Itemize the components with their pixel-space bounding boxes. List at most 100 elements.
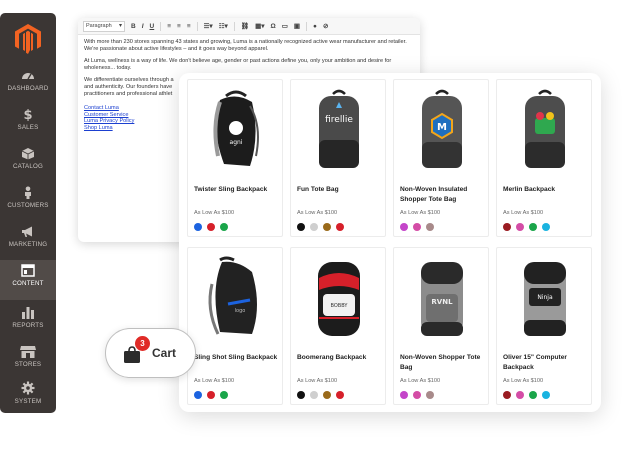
color-swatches bbox=[194, 391, 228, 399]
color-swatch[interactable] bbox=[503, 223, 511, 231]
table-icon[interactable]: ▦▾ bbox=[255, 22, 264, 30]
align-center-icon[interactable]: ≡ bbox=[177, 23, 181, 30]
color-swatch[interactable] bbox=[426, 223, 434, 231]
product-card[interactable]: firellie Fun Tote Bag As Low As $100 bbox=[290, 79, 386, 237]
align-right-icon[interactable]: ≡ bbox=[187, 23, 191, 30]
color-swatch[interactable] bbox=[529, 223, 537, 231]
sidebar-item-content[interactable]: Content bbox=[0, 260, 56, 300]
editor-paragraph: We differentiate ourselves through a and… bbox=[84, 76, 174, 98]
color-swatch[interactable] bbox=[503, 391, 511, 399]
sidebar-item-catalog[interactable]: Catalog bbox=[0, 145, 56, 183]
magento-logo[interactable] bbox=[14, 23, 42, 55]
color-swatches bbox=[297, 391, 344, 399]
product-name[interactable]: Fun Tote Bag bbox=[297, 185, 383, 195]
color-swatches bbox=[503, 223, 550, 231]
product-card[interactable]: Merlin Backpack As Low As $100 bbox=[496, 79, 592, 237]
product-price: As Low As $100 bbox=[297, 378, 338, 384]
color-swatches bbox=[297, 223, 344, 231]
product-name[interactable]: Oliver 15" Computer Backpack bbox=[503, 353, 589, 372]
sidebar-item-stores[interactable]: Stores bbox=[0, 343, 56, 381]
underline-button[interactable]: U bbox=[150, 23, 155, 30]
product-card[interactable]: M Non-Woven Insulated Shopper Tote Bag A… bbox=[393, 79, 489, 237]
speedometer-icon bbox=[22, 73, 34, 80]
variable-icon[interactable]: ⊘ bbox=[323, 22, 328, 30]
product-image: agni bbox=[213, 90, 259, 166]
product-name[interactable]: Twister Sling Backpack bbox=[194, 185, 280, 195]
color-swatch[interactable] bbox=[336, 391, 344, 399]
product-name[interactable]: Sling Shot Sling Backpack bbox=[194, 353, 280, 363]
color-swatches bbox=[194, 223, 228, 231]
align-left-icon[interactable]: ≡ bbox=[167, 23, 171, 30]
color-swatch[interactable] bbox=[194, 391, 202, 399]
color-swatch[interactable] bbox=[426, 391, 434, 399]
svg-text:$: $ bbox=[23, 108, 32, 121]
sidebar-item-label: Customers bbox=[7, 202, 49, 209]
product-card[interactable]: logo Sling Shot Sling Backpack As Low As… bbox=[187, 247, 283, 405]
sidebar-item-label: Catalog bbox=[12, 163, 44, 170]
color-swatch[interactable] bbox=[297, 391, 305, 399]
special-char-icon[interactable]: Ω bbox=[270, 23, 275, 30]
product-card[interactable]: RVNL Non-Woven Shopper Tote Bag As Low A… bbox=[393, 247, 489, 405]
storefront-icon bbox=[20, 346, 36, 358]
code-icon[interactable]: ▭ bbox=[282, 22, 288, 30]
bar-chart-icon bbox=[22, 307, 34, 319]
product-price: As Low As $100 bbox=[400, 378, 441, 384]
color-swatch[interactable] bbox=[413, 391, 421, 399]
widget-icon[interactable]: ● bbox=[313, 23, 317, 30]
admin-sidebar: Dashboard $ Sales Catalog Customers Mark… bbox=[0, 13, 56, 413]
product-name[interactable]: Merlin Backpack bbox=[503, 185, 589, 195]
bold-button[interactable]: B bbox=[131, 23, 136, 30]
sidebar-item-label: Content bbox=[12, 280, 44, 287]
sidebar-item-sales[interactable]: $ Sales bbox=[0, 106, 56, 144]
color-swatch[interactable] bbox=[323, 391, 331, 399]
svg-text:M: M bbox=[437, 122, 447, 133]
color-swatch[interactable] bbox=[400, 223, 408, 231]
toolbar-divider bbox=[160, 21, 162, 31]
numbered-list-icon[interactable]: ☷▾ bbox=[219, 22, 228, 30]
toolbar-divider bbox=[233, 21, 235, 31]
color-swatch[interactable] bbox=[194, 223, 202, 231]
color-swatch[interactable] bbox=[220, 391, 228, 399]
color-swatch[interactable] bbox=[297, 223, 305, 231]
product-card[interactable]: agni Twister Sling Backpack As Low As $1… bbox=[187, 79, 283, 237]
image-icon[interactable]: ▣ bbox=[294, 22, 300, 30]
sidebar-item-dashboard[interactable]: Dashboard bbox=[0, 67, 56, 105]
color-swatch[interactable] bbox=[323, 223, 331, 231]
color-swatch[interactable] bbox=[310, 391, 318, 399]
color-swatch[interactable] bbox=[207, 391, 215, 399]
format-select[interactable]: Paragraph bbox=[83, 20, 125, 32]
sidebar-item-label: Marketing bbox=[8, 241, 48, 248]
cart-label: Cart bbox=[152, 346, 177, 360]
sidebar-item-reports[interactable]: Reports bbox=[0, 304, 56, 342]
product-image: Ninja bbox=[524, 262, 566, 336]
color-swatch[interactable] bbox=[516, 391, 524, 399]
sidebar-item-marketing[interactable]: Marketing bbox=[0, 223, 56, 261]
color-swatch[interactable] bbox=[336, 223, 344, 231]
product-name[interactable]: Non-Woven Shopper Tote Bag bbox=[400, 353, 486, 372]
sidebar-item-system[interactable]: System bbox=[0, 379, 56, 413]
color-swatch[interactable] bbox=[529, 391, 537, 399]
product-price: As Low As $100 bbox=[194, 378, 235, 384]
cart-button[interactable]: 3 Cart bbox=[105, 328, 196, 378]
product-image: BOBBY bbox=[318, 262, 360, 336]
color-swatch[interactable] bbox=[400, 391, 408, 399]
sidebar-item-customers[interactable]: Customers bbox=[0, 184, 56, 222]
italic-button[interactable]: I bbox=[142, 23, 144, 30]
color-swatch[interactable] bbox=[413, 223, 421, 231]
color-swatch[interactable] bbox=[516, 223, 524, 231]
color-swatches bbox=[400, 391, 434, 399]
color-swatch[interactable] bbox=[542, 223, 550, 231]
sidebar-item-label: Reports bbox=[12, 322, 44, 329]
link-icon[interactable]: ⛓ bbox=[241, 22, 249, 30]
color-swatch[interactable] bbox=[207, 223, 215, 231]
product-name[interactable]: Non-Woven Insulated Shopper Tote Bag bbox=[400, 185, 486, 204]
product-name[interactable]: Boomerang Backpack bbox=[297, 353, 383, 363]
color-swatch[interactable] bbox=[310, 223, 318, 231]
sidebar-item-label: System bbox=[14, 398, 42, 405]
svg-text:RVNL: RVNL bbox=[431, 298, 453, 306]
product-card[interactable]: BOBBY Boomerang Backpack As Low As $100 bbox=[290, 247, 386, 405]
product-card[interactable]: Ninja Oliver 15" Computer Backpack As Lo… bbox=[496, 247, 592, 405]
color-swatch[interactable] bbox=[220, 223, 228, 231]
color-swatch[interactable] bbox=[542, 391, 550, 399]
bullet-list-icon[interactable]: ☰▾ bbox=[204, 22, 213, 30]
